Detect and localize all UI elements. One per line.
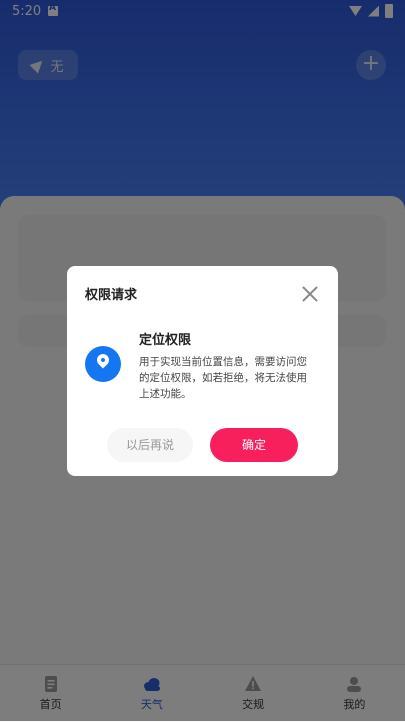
location-pin-icon xyxy=(94,351,112,369)
close-icon[interactable] xyxy=(302,286,318,302)
permission-dialog: 权限请求 定位权限 用于实现当前位置信息，需要访问您的定位权限，如若拒绝，将无法… xyxy=(67,266,338,476)
later-button[interactable]: 以后再说 xyxy=(107,428,193,462)
confirm-button[interactable]: 确定 xyxy=(210,428,298,462)
permission-description: 用于实现当前位置信息，需要访问您的定位权限，如若拒绝，将无法使用上述功能。 xyxy=(139,356,307,400)
dialog-title: 权限请求 xyxy=(85,288,138,303)
location-badge xyxy=(85,346,121,382)
permission-title: 定位权限 xyxy=(139,333,192,348)
